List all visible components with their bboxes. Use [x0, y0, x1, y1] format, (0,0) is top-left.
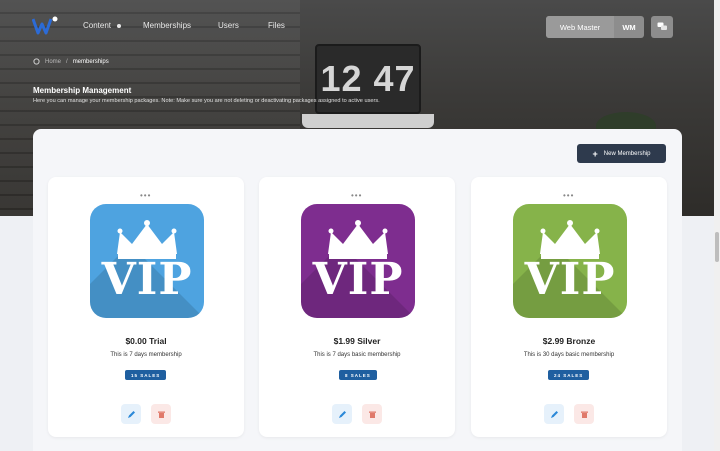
breadcrumb-separator: /: [66, 58, 68, 65]
vip-badge-image: VIP: [90, 204, 204, 318]
page-subtitle: Here you can manage your membership pack…: [33, 98, 380, 104]
pencil-icon: [550, 410, 558, 418]
card-menu-icon[interactable]: •••: [140, 191, 151, 200]
vip-badge-image: VIP: [513, 204, 627, 318]
scrollbar-thumb[interactable]: [715, 232, 719, 262]
plan-name: $2.99 Bronze: [542, 336, 596, 346]
nav-item-users[interactable]: Users: [218, 21, 239, 30]
new-membership-button[interactable]: + New Membership: [577, 144, 666, 163]
user-name: Web Master: [546, 16, 614, 38]
sales-badge: 15 SALES: [125, 370, 167, 380]
breadcrumb-home[interactable]: Home: [45, 59, 61, 65]
vip-text: VIP: [524, 254, 616, 305]
scrollbar-track[interactable]: [714, 0, 720, 451]
membership-card-silver: ••• VIP $1.99 Silver This is 7 days basi…: [259, 177, 455, 437]
breadcrumb: Home / memberships: [33, 58, 109, 65]
trash-icon: [580, 411, 588, 418]
home-icon[interactable]: [33, 58, 40, 65]
delete-button[interactable]: [151, 404, 171, 424]
plan-description: This is 30 days basic membership: [523, 352, 615, 358]
trash-icon: [157, 411, 165, 418]
vip-badge-image: VIP: [301, 204, 415, 318]
edit-button[interactable]: [544, 404, 564, 424]
new-membership-label: New Membership: [603, 150, 651, 157]
nav-item-memberships[interactable]: Memberships: [143, 21, 191, 30]
chat-icon: [657, 22, 667, 30]
plan-description: This is 7 days basic membership: [313, 352, 401, 358]
card-menu-icon[interactable]: •••: [563, 191, 574, 200]
app-logo[interactable]: [32, 16, 58, 36]
pencil-icon: [127, 410, 135, 418]
plan-name: $0.00 Trial: [125, 336, 167, 346]
card-menu-icon[interactable]: •••: [351, 191, 362, 200]
breadcrumb-current: memberships: [72, 58, 109, 65]
nav-item-label: Content: [83, 21, 112, 30]
membership-card-bronze: ••• VIP $2.99 Bronze This is 30 days bas…: [471, 177, 667, 437]
chat-button[interactable]: [651, 16, 673, 38]
top-nav: Content Memberships Users Files Web Mast…: [0, 0, 720, 52]
laptop-base: [302, 114, 434, 128]
plan-name: $1.99 Silver: [333, 336, 381, 346]
edit-button[interactable]: [332, 404, 352, 424]
plan-description: This is 7 days membership: [110, 352, 182, 358]
user-initials: WM: [622, 22, 636, 32]
dropdown-dot-icon: [117, 23, 122, 28]
nav-item-files[interactable]: Files: [268, 21, 285, 30]
sales-badge: 24 SALES: [548, 370, 590, 380]
user-menu[interactable]: Web Master WM: [546, 16, 644, 38]
vip-text: VIP: [312, 254, 404, 305]
vip-text: VIP: [101, 254, 193, 305]
nav-item-content[interactable]: Content: [83, 21, 122, 30]
edit-button[interactable]: [121, 404, 141, 424]
delete-button[interactable]: [574, 404, 594, 424]
membership-card-trial: ••• VIP $0.00 Trial This is 7 days membe…: [48, 177, 244, 437]
page-title: Membership Management: [33, 86, 132, 95]
sales-badge: 8 SALES: [339, 370, 377, 380]
delete-button[interactable]: [362, 404, 382, 424]
pencil-icon: [338, 410, 346, 418]
plus-icon: +: [592, 148, 598, 159]
trash-icon: [368, 411, 376, 418]
